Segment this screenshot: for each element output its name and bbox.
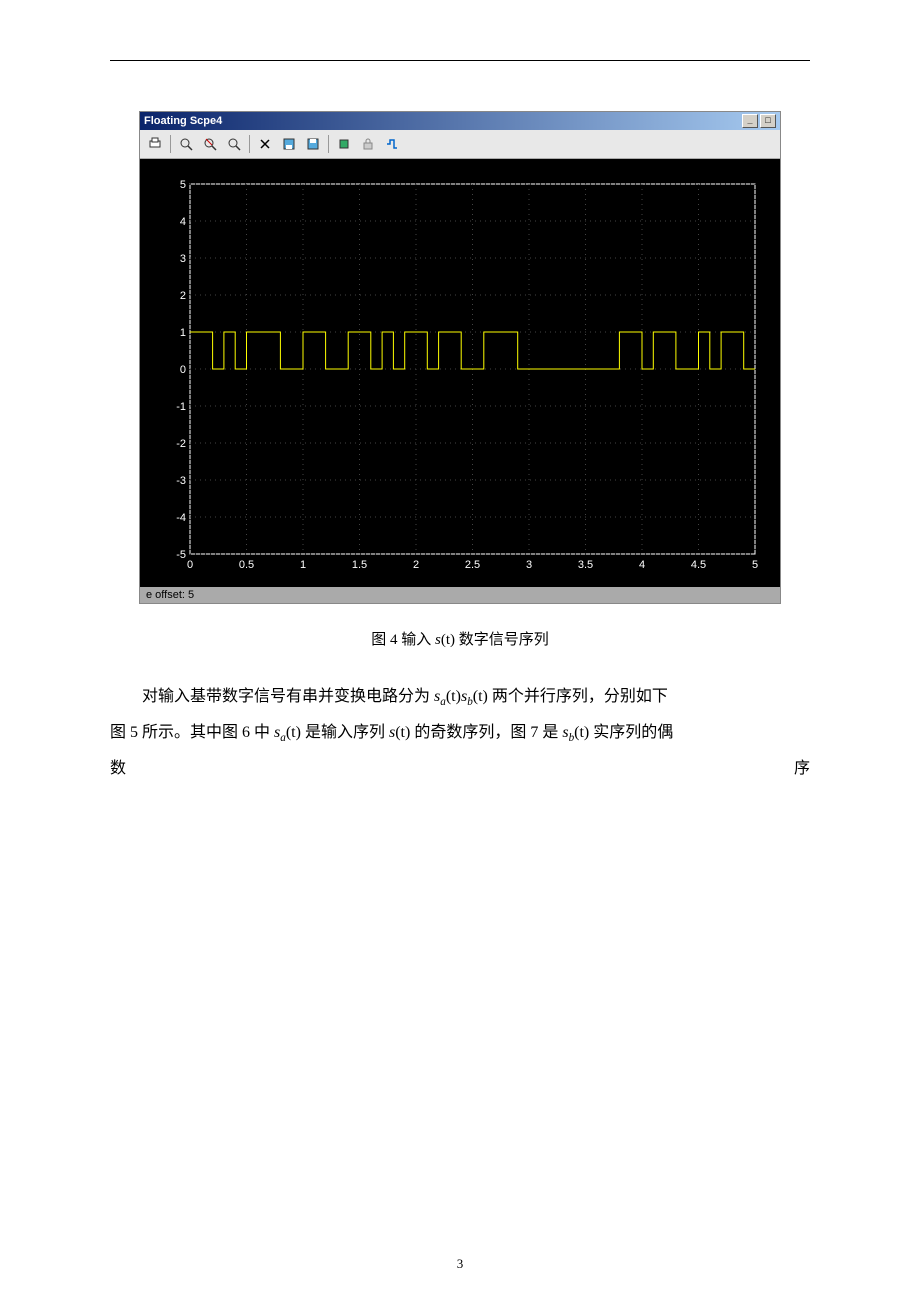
- top-rule: [110, 60, 810, 61]
- paragraph: 对输入基带数字信号有串并变换电路分为 sa(t)sb(t) 两个并行序列，分别如…: [110, 679, 810, 715]
- toolbar-sep: [328, 135, 329, 153]
- svg-text:0: 0: [180, 364, 186, 376]
- autoscale-icon[interactable]: [254, 133, 276, 155]
- math-sb: sb(t): [461, 688, 488, 705]
- svg-text:0.5: 0.5: [239, 559, 254, 571]
- plot-area: -5 -4 -3 -2 -1 0 1 2 3 4 5 0 0.5 1 1.5 2 2.5 3 3.5 4 4.5 5: [140, 159, 780, 587]
- body-text: 两个并行序列，分别如下: [492, 688, 668, 705]
- zoom-in-icon[interactable]: [175, 133, 197, 155]
- svg-text:2.5: 2.5: [465, 559, 480, 571]
- caption-text: 图 4 输入: [371, 632, 431, 648]
- minimize-button[interactable]: _: [742, 114, 758, 128]
- toolbar: [140, 130, 780, 159]
- page-number: 3: [0, 1256, 920, 1272]
- math-sb: sb(t): [562, 724, 589, 741]
- svg-text:5: 5: [180, 179, 186, 191]
- toolbar-sep: [249, 135, 250, 153]
- titlebar: Floating Scpe4 _ □: [140, 112, 780, 130]
- svg-text:3: 3: [180, 253, 186, 265]
- body-text: 对输入基带数字信号有串并变换电路分为: [142, 688, 430, 705]
- svg-text:-3: -3: [176, 475, 186, 487]
- svg-text:-1: -1: [176, 401, 186, 413]
- caption-text: 数字信号序列: [459, 632, 549, 648]
- math-s: s(t): [389, 724, 410, 741]
- toolbar-sep: [170, 135, 171, 153]
- lock-icon[interactable]: [357, 133, 379, 155]
- restore-config-icon[interactable]: [302, 133, 324, 155]
- plot: -5 -4 -3 -2 -1 0 1 2 3 4 5 0 0.5 1 1.5 2 2.5 3 3.5 4 4.5 5: [160, 179, 760, 579]
- math-sa: sa(t): [274, 724, 301, 741]
- svg-text:2: 2: [413, 559, 419, 571]
- window-title: Floating Scpe4: [144, 115, 740, 127]
- math-sa: sa(t): [434, 688, 461, 705]
- svg-text:1: 1: [300, 559, 306, 571]
- svg-text:1: 1: [180, 327, 186, 339]
- scope-footer: e offset: 5: [140, 587, 780, 603]
- body-text: 实序列的偶: [593, 724, 673, 741]
- float-icon[interactable]: [333, 133, 355, 155]
- body-text: 图 5 所示。其中图 6 中: [110, 724, 270, 741]
- zoom-y-icon[interactable]: [223, 133, 245, 155]
- svg-text:2: 2: [180, 290, 186, 302]
- svg-text:4.5: 4.5: [691, 559, 706, 571]
- svg-text:3.5: 3.5: [578, 559, 593, 571]
- caption-math: s(t): [435, 632, 455, 648]
- svg-text:0: 0: [187, 559, 193, 571]
- body-text: 序: [794, 751, 810, 786]
- figure-caption: 图 4 输入 s(t) 数字信号序列: [110, 628, 810, 649]
- maximize-button[interactable]: □: [760, 114, 776, 128]
- svg-text:4: 4: [180, 216, 186, 228]
- signal-select-icon[interactable]: [381, 133, 403, 155]
- body-text: 的奇数序列，图 7 是: [414, 724, 558, 741]
- print-icon[interactable]: [144, 133, 166, 155]
- svg-text:-4: -4: [176, 512, 186, 524]
- body-text: 是输入序列: [305, 724, 385, 741]
- scope-window: Floating Scpe4 _ □: [139, 111, 781, 604]
- svg-text:1.5: 1.5: [352, 559, 367, 571]
- paragraph: 图 5 所示。其中图 6 中 sa(t) 是输入序列 s(t) 的奇数序列，图 …: [110, 715, 810, 751]
- body-text: 数: [110, 751, 126, 786]
- zoom-x-icon[interactable]: [199, 133, 221, 155]
- svg-text:-5: -5: [176, 549, 186, 561]
- svg-text:3: 3: [526, 559, 532, 571]
- paragraph: 数 序: [110, 751, 810, 786]
- svg-text:-2: -2: [176, 438, 186, 450]
- svg-text:5: 5: [752, 559, 758, 571]
- svg-text:4: 4: [639, 559, 645, 571]
- save-config-icon[interactable]: [278, 133, 300, 155]
